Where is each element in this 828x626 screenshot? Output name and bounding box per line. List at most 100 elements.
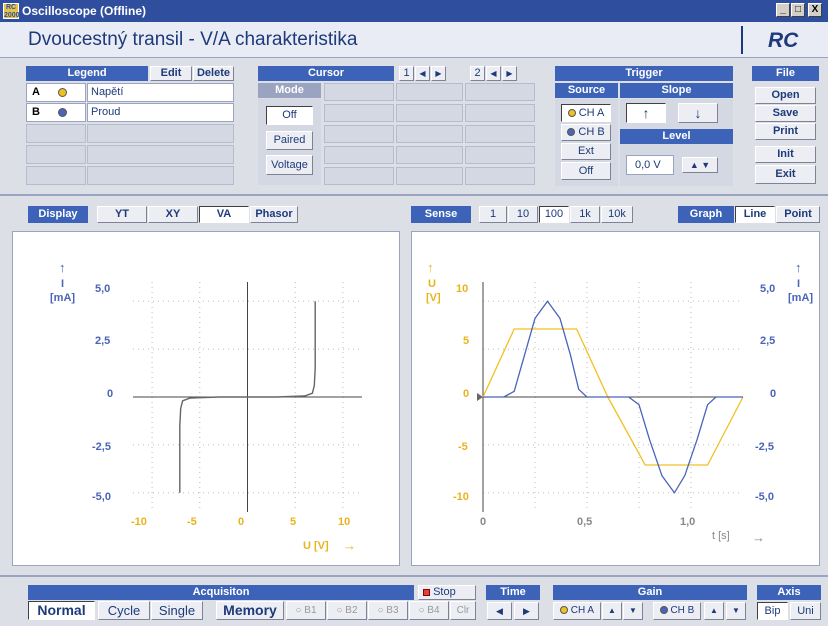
trigger-source-label: Source	[555, 83, 618, 98]
trigger-level-value[interactable]: 0,0 V	[626, 155, 674, 175]
slope-down-button[interactable]: ↓	[678, 103, 718, 123]
gain-cha-button[interactable]: CH A	[553, 602, 601, 620]
trigger-slope-level-group: ↑ ↓ Level 0,0 V ▲ ▼	[620, 99, 733, 186]
yt-left-tick: 5	[463, 335, 470, 347]
file-print-button[interactable]: Print	[755, 123, 816, 140]
sense-100-button[interactable]: 100	[539, 206, 569, 223]
memory-slot-b3[interactable]: ○ B3	[368, 601, 408, 620]
yt-right-arrow: ↑	[795, 260, 802, 275]
sense-1-button[interactable]: 1	[479, 206, 507, 223]
graph-line-button[interactable]: Line	[735, 206, 775, 223]
sense-1k-button[interactable]: 1k	[570, 206, 600, 223]
acquisition-cycle-button[interactable]: Cycle	[98, 601, 150, 620]
acquisition-single-button[interactable]: Single	[151, 601, 203, 620]
legend-panel: Legend Edit Delete A Napětí B Proud	[26, 66, 234, 186]
display-phasor-button[interactable]: Phasor	[250, 206, 298, 223]
gain-chb-button[interactable]: CH B	[653, 602, 701, 620]
trigger-level-label: Level	[620, 129, 733, 144]
gain-chb-down-button[interactable]: ▼	[726, 602, 746, 620]
graph-point-button[interactable]: Point	[776, 206, 820, 223]
va-y-unit: [mA]	[50, 292, 76, 304]
va-chart-panel: ↑ I [mA] 5,0 2,5 0 -2,5 -5,0 -10 -5 0 5 …	[12, 231, 400, 566]
cursor1-label: 1	[399, 66, 414, 81]
memory-slot-b2[interactable]: ○ B2	[327, 601, 367, 620]
display-va-button[interactable]: VA	[199, 206, 249, 223]
display-xy-button[interactable]: XY	[148, 206, 198, 223]
close-button[interactable]: X	[808, 3, 822, 17]
cursor-mode-off[interactable]: Off	[266, 106, 313, 125]
cursor-mode-voltage[interactable]: Voltage	[266, 155, 313, 175]
time-right-button[interactable]: ▶	[514, 602, 539, 620]
file-panel: File Open Save Print Init Exit	[752, 66, 819, 186]
gain-chb-up-button[interactable]: ▲	[704, 602, 724, 620]
divider	[0, 194, 828, 196]
header: Dvoucestný transil - V/A charakteristika…	[0, 22, 828, 58]
time-left-button[interactable]: ◀	[487, 602, 512, 620]
cursor-readout-cell	[396, 167, 463, 185]
channel-a-dot-icon	[559, 606, 568, 615]
acquisition-stop-button[interactable]: Stop	[418, 585, 476, 600]
stop-label: Stop	[433, 586, 456, 598]
axis-bip-button[interactable]: Bip	[757, 602, 788, 620]
cursor1-right-button[interactable]: ▶	[431, 66, 446, 81]
memory-slot-b1[interactable]: ○ B1	[286, 601, 326, 620]
gain-cha-up-button[interactable]: ▲	[602, 602, 622, 620]
legend-empty-cell	[26, 145, 86, 164]
legend-edit-button[interactable]: Edit	[150, 66, 192, 81]
va-x-arrow: →	[343, 538, 356, 553]
legend-row-b-label[interactable]: Proud	[87, 103, 234, 122]
cursor-mode-group: Off Paired Voltage	[258, 99, 321, 185]
trigger-source-chb[interactable]: CH B	[561, 124, 611, 141]
channel-b-dot-icon	[58, 108, 67, 117]
cursor-mode-paired[interactable]: Paired	[266, 131, 313, 150]
va-x-tick: 5	[290, 516, 297, 528]
gain-cha-down-button[interactable]: ▼	[623, 602, 643, 620]
cursor1-left-button[interactable]: ◀	[415, 66, 430, 81]
title-bar: RC 2000 Oscilloscope (Offline) _ □ X	[0, 0, 828, 22]
cursor-readout-cell	[465, 167, 535, 185]
stop-indicator-icon	[423, 588, 430, 596]
maximize-button[interactable]: □	[791, 3, 805, 17]
legend-empty-cell	[87, 124, 234, 143]
channel-a-dot-icon	[567, 109, 576, 118]
axis-uni-button[interactable]: Uni	[790, 602, 821, 620]
sense-10k-button[interactable]: 10k	[601, 206, 633, 223]
cursor2-left-button[interactable]: ◀	[486, 66, 501, 81]
file-init-button[interactable]: Init	[755, 146, 816, 163]
legend-row-b-key[interactable]: B	[26, 103, 86, 122]
file-exit-button[interactable]: Exit	[755, 165, 816, 184]
file-open-button[interactable]: Open	[755, 87, 816, 104]
gain-title: Gain	[553, 585, 747, 600]
yt-chart-panel: ↑ U [V] 10 5 0 -5 -10 ↑ I [mA] 5,0 2,5 0…	[411, 231, 820, 566]
minimize-button[interactable]: _	[776, 3, 790, 17]
acquisition-memory-button[interactable]: Memory	[216, 601, 284, 620]
trigger-title: Trigger	[555, 66, 733, 81]
divider	[0, 575, 828, 577]
acquisition-normal-button[interactable]: Normal	[28, 601, 95, 620]
trigger-source-cha[interactable]: CH A	[561, 104, 611, 122]
legend-row-a-key[interactable]: A	[26, 83, 86, 102]
app-logo-icon: RC 2000	[3, 3, 20, 19]
cursor-title: Cursor	[258, 66, 394, 81]
cursor-readout-cell	[465, 104, 535, 122]
trigger-slope-label: Slope	[620, 83, 733, 98]
legend-row-a-label[interactable]: Napětí	[87, 83, 234, 102]
slot-label: B2	[345, 605, 358, 616]
va-x-tick: -5	[187, 516, 197, 528]
legend-delete-button[interactable]: Delete	[193, 66, 234, 81]
cursor-readout-cell	[324, 104, 394, 122]
file-save-button[interactable]: Save	[755, 105, 816, 122]
memory-slot-b4[interactable]: ○ B4	[409, 601, 449, 620]
memory-clear-button[interactable]: Clr	[450, 601, 476, 620]
yt-right-tick: 5,0	[760, 283, 776, 295]
cursor2-right-button[interactable]: ▶	[502, 66, 517, 81]
trigger-level-spinner[interactable]: ▲ ▼	[682, 157, 718, 173]
sense-10-button[interactable]: 10	[508, 206, 538, 223]
axis-title: Axis	[757, 585, 821, 600]
display-yt-button[interactable]: YT	[97, 206, 147, 223]
trigger-source-ext[interactable]: Ext	[561, 143, 611, 160]
legend-empty-cell	[87, 145, 234, 164]
cursor-readout-cell	[396, 104, 463, 122]
slope-up-button[interactable]: ↑	[626, 103, 666, 123]
trigger-source-off[interactable]: Off	[561, 162, 611, 180]
